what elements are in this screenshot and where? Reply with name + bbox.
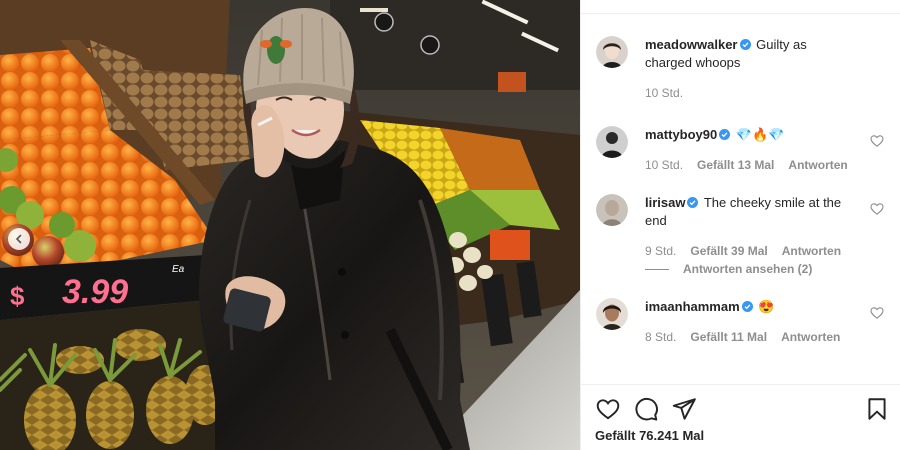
post-photo[interactable]: $ 3.99 Ea [0,0,580,450]
like-heart-icon[interactable] [595,396,621,422]
like-comment-heart-icon[interactable] [870,202,884,216]
comment-item: lirisaw The cheeky smile at the end 9 St… [596,194,884,258]
chevron-left-icon [15,234,22,244]
price-sign-unit: Ea [172,264,185,275]
like-comment-heart-icon[interactable] [870,306,884,320]
avatar[interactable] [596,126,628,158]
panel-top-divider [581,0,900,14]
comment-time[interactable]: 9 Std. [645,242,676,260]
comment-time[interactable]: 8 Std. [645,328,676,346]
reply-button[interactable]: Antworten [781,328,840,346]
comment-bubble-icon[interactable] [633,396,659,422]
comment-likes[interactable]: Gefällt 39 Mal [690,242,767,260]
comment-item: mattyboy90 💎🔥💎 10 Std. Gefällt 13 Mal An… [596,126,884,182]
likes-count[interactable]: Gefällt 76.241 Mal [595,428,886,443]
reply-button[interactable]: Antworten [782,242,841,260]
carousel-prev-button[interactable] [8,228,30,250]
share-paper-plane-icon[interactable] [671,396,697,422]
verified-badge-icon [687,197,699,208]
post-actions: Gefällt 76.241 Mal [581,384,900,450]
comment-body: imaanhammam 😍 8 Std. Gefällt 11 Mal Antw… [645,298,855,354]
view-replies-label: Antworten ansehen (2) [683,262,813,276]
comment-item: imaanhammam 😍 8 Std. Gefällt 11 Mal Antw… [596,298,884,354]
comments-list[interactable]: meadowwalker Guilty as charged whoops 10… [581,14,900,384]
comment-text: 💎🔥💎 [735,127,785,142]
caption-body: meadowwalker Guilty as charged whoops 10… [645,36,855,110]
instagram-post: $ 3.99 Ea meadowwalker Guilty as charged… [0,0,900,450]
verified-badge-icon [741,301,753,312]
avatar[interactable] [596,36,628,68]
price-sign-value: 3.99 [62,273,128,311]
price-sign-dollar: $ [10,281,25,311]
comment-body: lirisaw The cheeky smile at the end 9 St… [645,194,855,258]
comment-username[interactable]: lirisaw [645,195,685,210]
caption-time[interactable]: 10 Std. [645,84,683,102]
comment-username[interactable]: imaanhammam [645,299,740,314]
save-bookmark-icon[interactable] [864,396,890,422]
replies-divider [645,268,669,270]
verified-badge-icon [719,129,731,140]
action-icons-row [595,395,886,423]
like-comment-heart-icon[interactable] [870,134,884,148]
comments-panel: meadowwalker Guilty as charged whoops 10… [580,0,900,450]
comment-likes[interactable]: Gefällt 11 Mal [690,328,767,346]
comment-time[interactable]: 10 Std. [645,156,683,174]
view-replies-button[interactable]: Antworten ansehen (2) [645,262,884,276]
comment-likes[interactable]: Gefällt 13 Mal [697,156,774,174]
avatar[interactable] [596,298,628,330]
verified-badge-icon [739,39,751,50]
photo-scene: $ 3.99 Ea [0,0,580,450]
comment-text: 😍 [758,299,775,314]
post-caption: meadowwalker Guilty as charged whoops 10… [596,36,884,110]
comment-username[interactable]: mattyboy90 [645,127,717,142]
caption-username[interactable]: meadowwalker [645,37,738,52]
comment-body: mattyboy90 💎🔥💎 10 Std. Gefällt 13 Mal An… [645,126,855,182]
reply-button[interactable]: Antworten [788,156,847,174]
avatar[interactable] [596,194,628,226]
